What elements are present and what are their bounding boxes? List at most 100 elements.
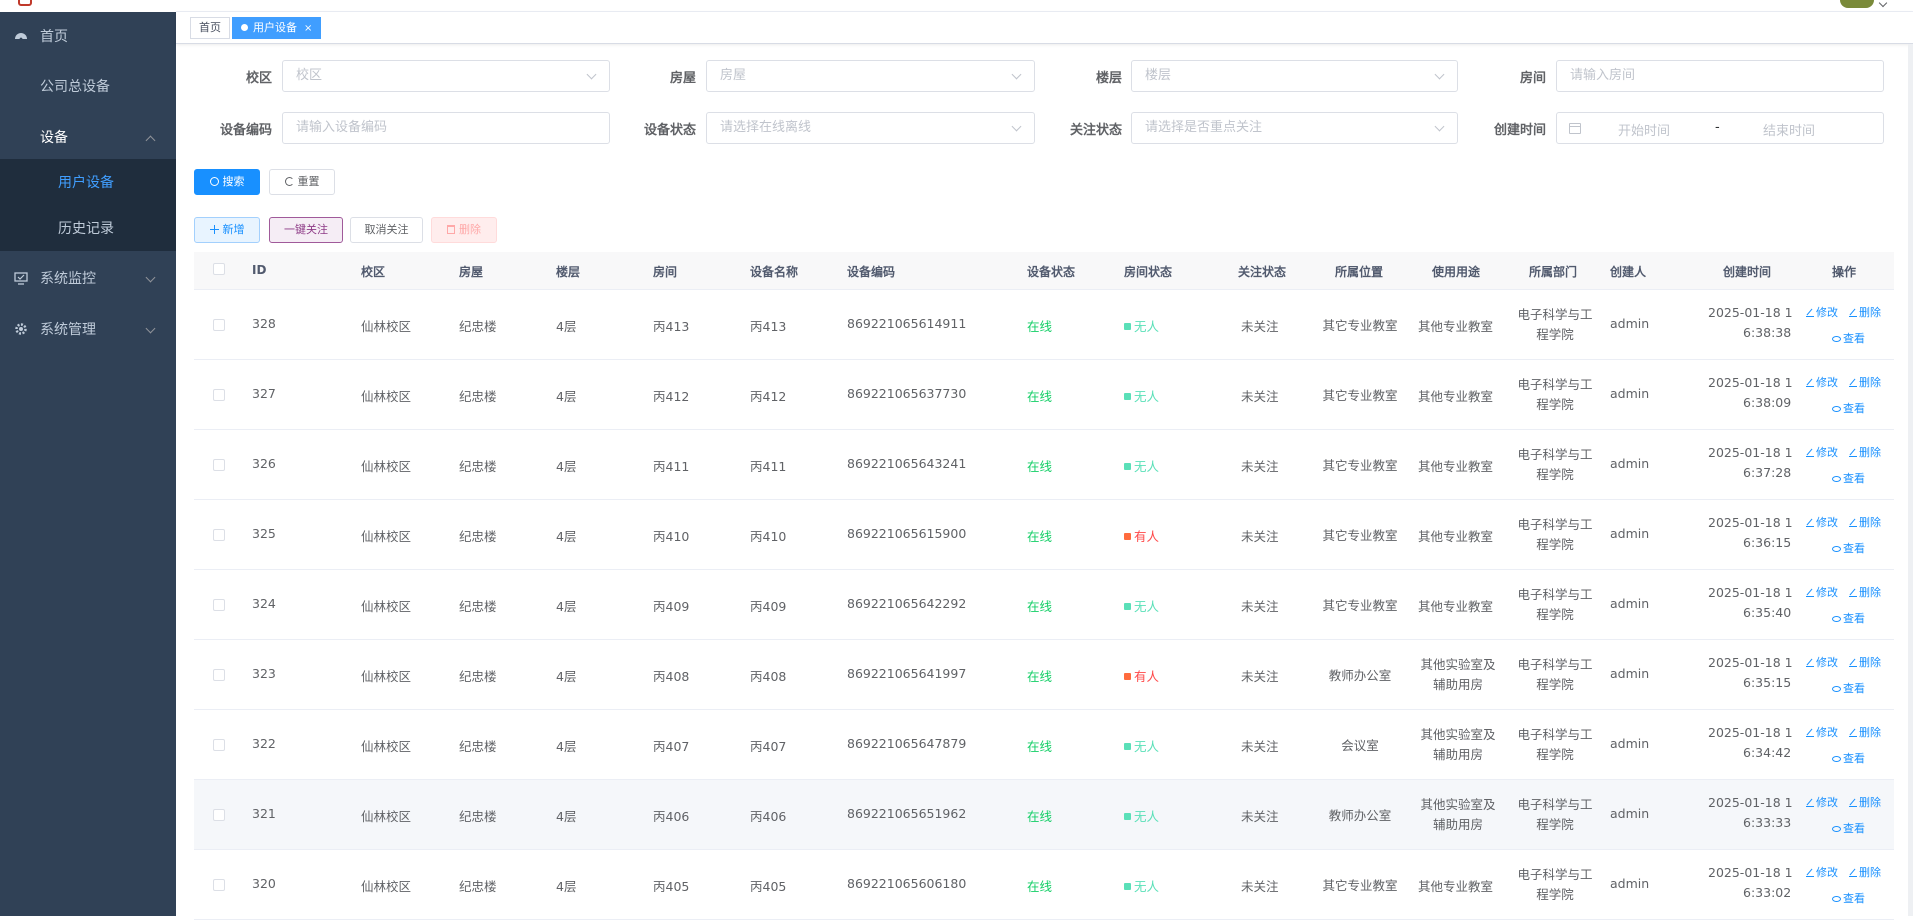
- delete-row-button[interactable]: 删除: [1849, 514, 1881, 530]
- eye-icon: [1832, 546, 1841, 552]
- floor-select[interactable]: 楼层: [1131, 60, 1458, 92]
- delete-row-button[interactable]: 删除: [1849, 374, 1881, 390]
- unfollow-button[interactable]: 取消关注: [350, 217, 423, 243]
- row-checkbox[interactable]: [213, 529, 225, 541]
- cell-device-name: 丙409: [750, 599, 787, 614]
- view-button[interactable]: 查看: [1832, 750, 1865, 766]
- room-input[interactable]: 请输入房间: [1556, 60, 1884, 92]
- sidebar-item-home[interactable]: 首页: [0, 12, 176, 60]
- follow-all-button-label: 一键关注: [284, 223, 328, 236]
- add-button[interactable]: 新增: [194, 217, 260, 243]
- edit-button[interactable]: 修改: [1806, 794, 1838, 810]
- sidebar-item-system-monitor[interactable]: 系统监控: [0, 254, 176, 302]
- sidebar-item-history[interactable]: 历史记录: [0, 205, 176, 251]
- edit-button[interactable]: 修改: [1806, 444, 1838, 460]
- table-row[interactable]: 320 仙林校区 纪忠楼 4层 丙405 丙405 869221065606180 未关注 ad…: [194, 850, 1894, 920]
- edit-label: 修改: [1816, 376, 1838, 389]
- sidebar-item-user-devices[interactable]: 用户设备: [0, 159, 176, 205]
- delete-row-button[interactable]: 删除: [1849, 304, 1881, 320]
- cell-room-status: 无人: [1124, 806, 1159, 825]
- cell-follow-status: 未关注: [1241, 669, 1279, 684]
- created-time-range[interactable]: 开始时间 - 结束时间: [1556, 112, 1884, 144]
- add-button-label: 新增: [222, 223, 245, 236]
- edit-button[interactable]: 修改: [1806, 724, 1838, 740]
- sidebar-item-system-management[interactable]: 系统管理: [0, 305, 176, 353]
- cell-room: 丙409: [653, 599, 690, 614]
- row-checkbox[interactable]: [213, 459, 225, 471]
- sidebar-item-company-devices[interactable]: 公司总设备: [0, 62, 176, 110]
- device-status-select[interactable]: 请选择在线离线: [706, 112, 1035, 144]
- building-select[interactable]: 房屋: [706, 60, 1035, 92]
- tag-home[interactable]: 首页: [190, 17, 230, 39]
- device-status-label: 设备状态: [643, 123, 696, 138]
- view-button[interactable]: 查看: [1832, 470, 1865, 486]
- row-checkbox[interactable]: [213, 389, 225, 401]
- view-button[interactable]: 查看: [1832, 890, 1865, 906]
- start-date-input[interactable]: 开始时间: [1618, 120, 1670, 139]
- edit-button[interactable]: 修改: [1806, 374, 1838, 390]
- edit-button[interactable]: 修改: [1806, 654, 1838, 670]
- logo-area: [0, 0, 176, 12]
- table-row[interactable]: 322 仙林校区 纪忠楼 4层 丙407 丙407 869221065647879 未关注 ad…: [194, 710, 1894, 780]
- row-checkbox[interactable]: [213, 669, 225, 681]
- tag-user-devices[interactable]: 用户设备 ×: [232, 17, 322, 39]
- cell-created-time-date: 2025-01-18 1: [1708, 585, 1793, 600]
- delete-row-button[interactable]: 删除: [1849, 444, 1881, 460]
- row-checkbox[interactable]: [213, 739, 225, 751]
- view-button[interactable]: 查看: [1832, 680, 1865, 696]
- delete-row-button[interactable]: 删除: [1849, 724, 1881, 740]
- select-all-checkbox[interactable]: [213, 263, 225, 275]
- close-icon[interactable]: ×: [304, 23, 312, 34]
- table-row[interactable]: 327 仙林校区 纪忠楼 4层 丙412 丙412 869221065637730 未关注 ad…: [194, 360, 1894, 430]
- cell-usage: 其他专业教室: [1418, 389, 1494, 404]
- cell-device-code: 869221065615900: [847, 526, 967, 541]
- device-code-input[interactable]: 请输入设备编码: [282, 112, 610, 144]
- range-separator: -: [1715, 120, 1720, 135]
- row-checkbox[interactable]: [213, 319, 225, 331]
- avatar[interactable]: [1840, 0, 1874, 8]
- eye-icon: [1832, 686, 1841, 692]
- table-row[interactable]: 323 仙林校区 纪忠楼 4层 丙408 丙408 869221065641997 未关注 ad…: [194, 640, 1894, 710]
- follow-all-button[interactable]: 一键关注: [269, 217, 343, 243]
- cell-device-code: 869221065641997: [847, 666, 967, 681]
- edit-button[interactable]: 修改: [1806, 514, 1838, 530]
- cell-follow-status: 未关注: [1241, 879, 1279, 894]
- row-checkbox[interactable]: [213, 879, 225, 891]
- delete-row-button[interactable]: 删除: [1849, 864, 1881, 880]
- cell-room-status: 有人: [1124, 666, 1159, 685]
- cell-id: 324: [252, 596, 276, 611]
- view-button[interactable]: 查看: [1832, 540, 1865, 556]
- edit-button[interactable]: 修改: [1806, 584, 1838, 600]
- header-device-code: 设备编码: [847, 265, 896, 279]
- table-row[interactable]: 325 仙林校区 纪忠楼 4层 丙410 丙410 869221065615900 未关注 ad…: [194, 500, 1894, 570]
- campus-select[interactable]: 校区: [282, 60, 610, 92]
- follow-status-select[interactable]: 请选择是否重点关注: [1131, 112, 1458, 144]
- floor-label: 楼层: [1095, 71, 1122, 86]
- scrollbar[interactable]: [1908, 44, 1913, 916]
- delete-button[interactable]: 删除: [431, 217, 497, 243]
- view-button[interactable]: 查看: [1832, 820, 1865, 836]
- delete-row-button[interactable]: 删除: [1849, 794, 1881, 810]
- table-row[interactable]: 326 仙林校区 纪忠楼 4层 丙411 丙411 869221065643241 未关注 ad…: [194, 430, 1894, 500]
- row-checkbox[interactable]: [213, 809, 225, 821]
- delete-row-button[interactable]: 删除: [1849, 654, 1881, 670]
- table-row[interactable]: 328 仙林校区 纪忠楼 4层 丙413 丙413 869221065614911 未关注 ad…: [194, 290, 1894, 360]
- edit-button[interactable]: 修改: [1806, 864, 1838, 880]
- edit-label: 修改: [1816, 516, 1838, 529]
- view-button[interactable]: 查看: [1832, 330, 1865, 346]
- row-checkbox[interactable]: [213, 599, 225, 611]
- edit-label: 修改: [1816, 446, 1838, 459]
- cell-creator: admin: [1610, 736, 1650, 751]
- table-row[interactable]: 324 仙林校区 纪忠楼 4层 丙409 丙409 869221065642292 未关注 ad…: [194, 570, 1894, 640]
- search-button[interactable]: 搜索: [194, 169, 260, 195]
- sidebar-item-devices[interactable]: 设备: [0, 113, 176, 161]
- header-building: 房屋: [459, 265, 484, 279]
- view-button[interactable]: 查看: [1832, 610, 1865, 626]
- cell-device-status: 在线: [1027, 809, 1053, 824]
- delete-row-button[interactable]: 删除: [1849, 584, 1881, 600]
- view-button[interactable]: 查看: [1832, 400, 1865, 416]
- edit-button[interactable]: 修改: [1806, 304, 1838, 320]
- reset-button[interactable]: 重置: [269, 169, 335, 195]
- end-date-input[interactable]: 结束时间: [1763, 120, 1815, 139]
- table-row[interactable]: 321 仙林校区 纪忠楼 4层 丙406 丙406 869221065651962 未关注 ad…: [194, 780, 1894, 850]
